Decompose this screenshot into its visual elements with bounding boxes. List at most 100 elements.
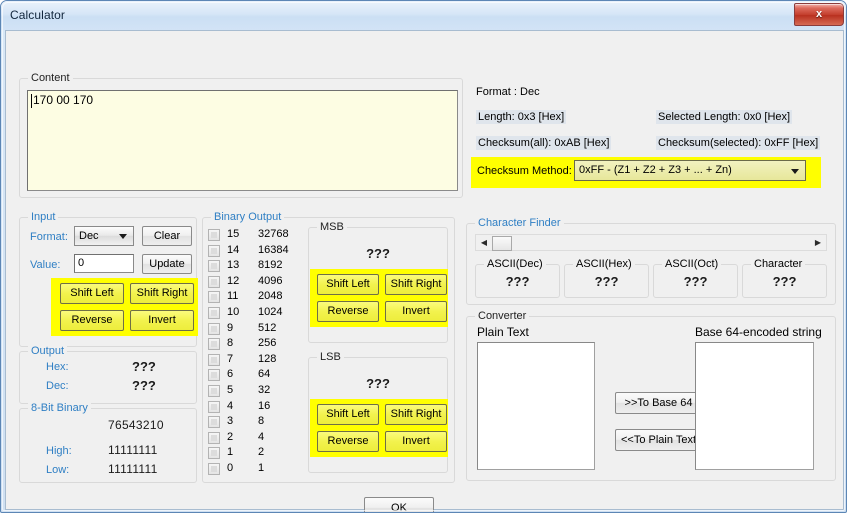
- input-shift-right-button[interactable]: Shift Right: [130, 283, 194, 304]
- calculator-window: Calculator x Content 170 00 170 Format :…: [0, 0, 847, 513]
- bit-index: 9: [227, 321, 234, 334]
- bit-weight: 32: [258, 384, 271, 396]
- character-field-group: ASCII(Dec)???: [475, 258, 560, 298]
- bit-weight: 1024: [258, 306, 283, 318]
- bit-weight: 16384: [258, 243, 289, 256]
- content-text: 170 00 170: [33, 93, 94, 107]
- update-button[interactable]: Update: [142, 254, 192, 274]
- bit-row: 9 512: [208, 321, 308, 337]
- chevron-down-icon: [791, 168, 799, 174]
- bit8-binary-group: 8-Bit Binary 76543210 High: 11111111 Low…: [19, 402, 197, 483]
- input-group: Input Format: Dec Clear Value: 0 Update …: [19, 211, 198, 347]
- bit8-high-value: 11111111: [108, 443, 158, 457]
- scroll-right-icon[interactable]: ▶: [811, 235, 825, 250]
- bit-weight: 4: [258, 430, 265, 443]
- bit-checkbox[interactable]: [208, 353, 220, 366]
- clear-button[interactable]: Clear: [142, 226, 192, 246]
- bit-checkbox[interactable]: [208, 369, 220, 382]
- bit-index: 6: [227, 368, 234, 381]
- character-scrollbar[interactable]: ◀ ▶: [475, 234, 827, 251]
- plain-text-label: Plain Text: [477, 325, 529, 339]
- bit-index: 1: [227, 446, 234, 459]
- bit8-low-label: Low:: [46, 464, 70, 476]
- bit-weight: 2048: [258, 290, 283, 303]
- input-value-field[interactable]: 0: [74, 254, 134, 273]
- lsb-shift-left-button[interactable]: Shift Left: [317, 404, 379, 425]
- bit-checkbox[interactable]: [208, 291, 220, 304]
- bit-row: 15 32768: [208, 227, 308, 243]
- bit-row: 7 128: [208, 352, 308, 368]
- bit-weight: 8: [258, 415, 265, 428]
- input-value-label: Value:: [30, 259, 61, 271]
- bit-index: 8: [227, 337, 234, 350]
- input-format-select[interactable]: Dec: [74, 226, 134, 246]
- bit-checkbox[interactable]: [208, 260, 220, 273]
- content-textarea[interactable]: 170 00 170: [27, 90, 458, 191]
- ok-button[interactable]: OK: [364, 497, 434, 512]
- character-field-label: ASCII(Oct): [662, 258, 722, 270]
- bit-checkbox[interactable]: [208, 229, 220, 241]
- bit-row: 4 16: [208, 399, 308, 415]
- base64-label: Base 64-encoded string: [695, 325, 822, 339]
- lsb-reverse-button[interactable]: Reverse: [317, 431, 379, 452]
- output-hex-value: ???: [132, 359, 156, 374]
- msb-invert-button[interactable]: Invert: [385, 301, 447, 322]
- bit-checkbox[interactable]: [208, 463, 220, 475]
- scrollbar-thumb[interactable]: [492, 236, 512, 251]
- checksum-method-label: Checksum Method:: [477, 165, 572, 177]
- bit-index: 0: [227, 462, 234, 474]
- lsb-value: ???: [366, 376, 390, 391]
- bit8-group-label: 8-Bit Binary: [28, 402, 91, 414]
- bit-checkbox[interactable]: [208, 400, 220, 413]
- bit-checkbox[interactable]: [208, 447, 220, 460]
- bit-checkbox[interactable]: [208, 431, 220, 444]
- bit-weight: 256: [258, 337, 277, 350]
- bit-weight: 1: [258, 462, 265, 474]
- character-field-label: ASCII(Hex): [573, 258, 635, 270]
- input-format-label: Format:: [30, 231, 68, 243]
- bit-index: 4: [227, 399, 234, 412]
- bit-checkbox[interactable]: [208, 416, 220, 429]
- base64-text-area[interactable]: [695, 342, 814, 470]
- input-shift-left-button[interactable]: Shift Left: [60, 283, 124, 304]
- bit-index: 7: [227, 352, 234, 365]
- converter-group: Converter Plain Text >>To Base 64 <<To P…: [466, 310, 836, 481]
- checksum-all-label: Checksum(all): 0xAB [Hex]: [476, 136, 612, 150]
- plain-text-area[interactable]: [477, 342, 595, 470]
- msb-shift-right-button[interactable]: Shift Right: [385, 274, 447, 295]
- format-line: Format : Dec: [476, 86, 540, 98]
- lsb-shift-right-button[interactable]: Shift Right: [385, 404, 447, 425]
- checksum-method-select[interactable]: 0xFF - (Z1 + Z2 + Z3 + ... + Zn): [574, 160, 806, 181]
- msb-shift-left-button[interactable]: Shift Left: [317, 274, 379, 295]
- character-field-label: Character: [751, 258, 806, 270]
- input-reverse-button[interactable]: Reverse: [60, 310, 124, 331]
- format-panel: Format : Dec Length: 0x3 [Hex] Selected …: [471, 81, 836, 199]
- character-finder-group-label: Character Finder: [475, 217, 564, 229]
- bit-checkbox[interactable]: [208, 322, 220, 335]
- bit-row: 14 16384: [208, 243, 308, 259]
- character-field-value: ???: [683, 274, 708, 289]
- output-dec-value: ???: [132, 378, 156, 393]
- input-invert-button[interactable]: Invert: [130, 310, 194, 331]
- character-field-value: ???: [594, 274, 619, 289]
- bit-checkbox[interactable]: [208, 244, 220, 257]
- close-icon[interactable]: x: [794, 3, 844, 26]
- bit-checkbox[interactable]: [208, 275, 220, 288]
- bit-index: 14: [227, 243, 240, 256]
- bit-index: 10: [227, 306, 240, 318]
- msb-group: MSB ??? Shift Left Shift Right Reverse I…: [308, 221, 448, 343]
- bit-checkbox[interactable]: [208, 338, 220, 351]
- msb-reverse-button[interactable]: Reverse: [317, 301, 379, 322]
- bit-index: 2: [227, 430, 234, 443]
- to-plain-text-button[interactable]: <<To Plain Text: [615, 429, 702, 451]
- lsb-invert-button[interactable]: Invert: [385, 431, 447, 452]
- scroll-left-icon[interactable]: ◀: [477, 235, 491, 250]
- input-group-label: Input: [28, 211, 59, 223]
- msb-value: ???: [366, 246, 390, 261]
- to-base64-button[interactable]: >>To Base 64: [615, 392, 702, 414]
- bit-checkbox[interactable]: [208, 385, 220, 397]
- character-field-value: ???: [505, 274, 530, 289]
- chevron-down-icon: [119, 234, 127, 239]
- bit-row: 13 8192: [208, 258, 308, 274]
- bit-checkbox[interactable]: [208, 307, 220, 319]
